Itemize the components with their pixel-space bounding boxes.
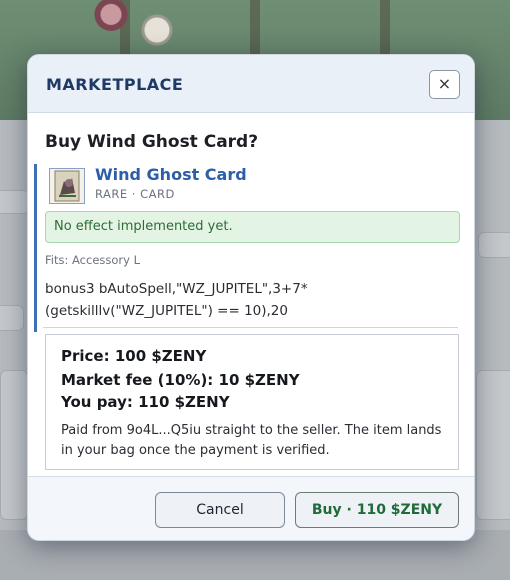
price-summary: Price: 100 $ZENY Market fee (10%): 10 $Z… xyxy=(45,334,459,470)
buy-button[interactable]: Buy · 110 $ZENY xyxy=(295,492,459,528)
market-fee-line: Market fee (10%): 10 $ZENY xyxy=(61,371,300,389)
bg-tab xyxy=(478,232,510,258)
effect-notice: No effect implemented yet. xyxy=(45,211,460,243)
marketplace-dialog: MARKETPLACE × Buy Wind Ghost Card? Wind … xyxy=(27,54,475,541)
bg-character-sprite xyxy=(92,0,130,48)
dialog-header: MARKETPLACE × xyxy=(28,55,474,113)
price-line: Price: 100 $ZENY xyxy=(61,347,207,365)
item-details: Wind Ghost Card RARE · CARD No effect im… xyxy=(34,164,460,332)
item-rarity-type: RARE · CARD xyxy=(95,187,175,201)
bg-listing-card xyxy=(0,370,28,520)
dialog-footer: Cancel Buy · 110 $ZENY xyxy=(28,476,474,540)
cancel-button[interactable]: Cancel xyxy=(155,492,285,528)
confirm-question: Buy Wind Ghost Card? xyxy=(45,132,259,152)
card-art-icon xyxy=(49,168,85,204)
bg-ghost-sprite xyxy=(140,10,174,50)
total-pay-line: You pay: 110 $ZENY xyxy=(61,393,230,411)
bg-tab xyxy=(0,305,24,331)
bg-listing-card xyxy=(476,370,510,520)
payment-note: Paid from 9o4L...Q5iu straight to the se… xyxy=(61,423,442,458)
item-script: bonus3 bAutoSpell,"WZ_JUPITEL",3+7* (get… xyxy=(45,278,445,322)
bg-tab xyxy=(0,190,30,214)
dialog-title: MARKETPLACE xyxy=(46,75,184,94)
close-icon: × xyxy=(437,74,452,93)
item-script-line: (getskilllv("WZ_JUPITEL") == 10),20 xyxy=(45,303,288,319)
item-name: Wind Ghost Card xyxy=(95,165,247,184)
item-slot: Fits: Accessory L xyxy=(45,253,141,267)
item-script-line: bonus3 bAutoSpell,"WZ_JUPITEL",3+7* xyxy=(45,281,308,297)
section-divider xyxy=(43,327,458,328)
close-button[interactable]: × xyxy=(429,70,460,99)
